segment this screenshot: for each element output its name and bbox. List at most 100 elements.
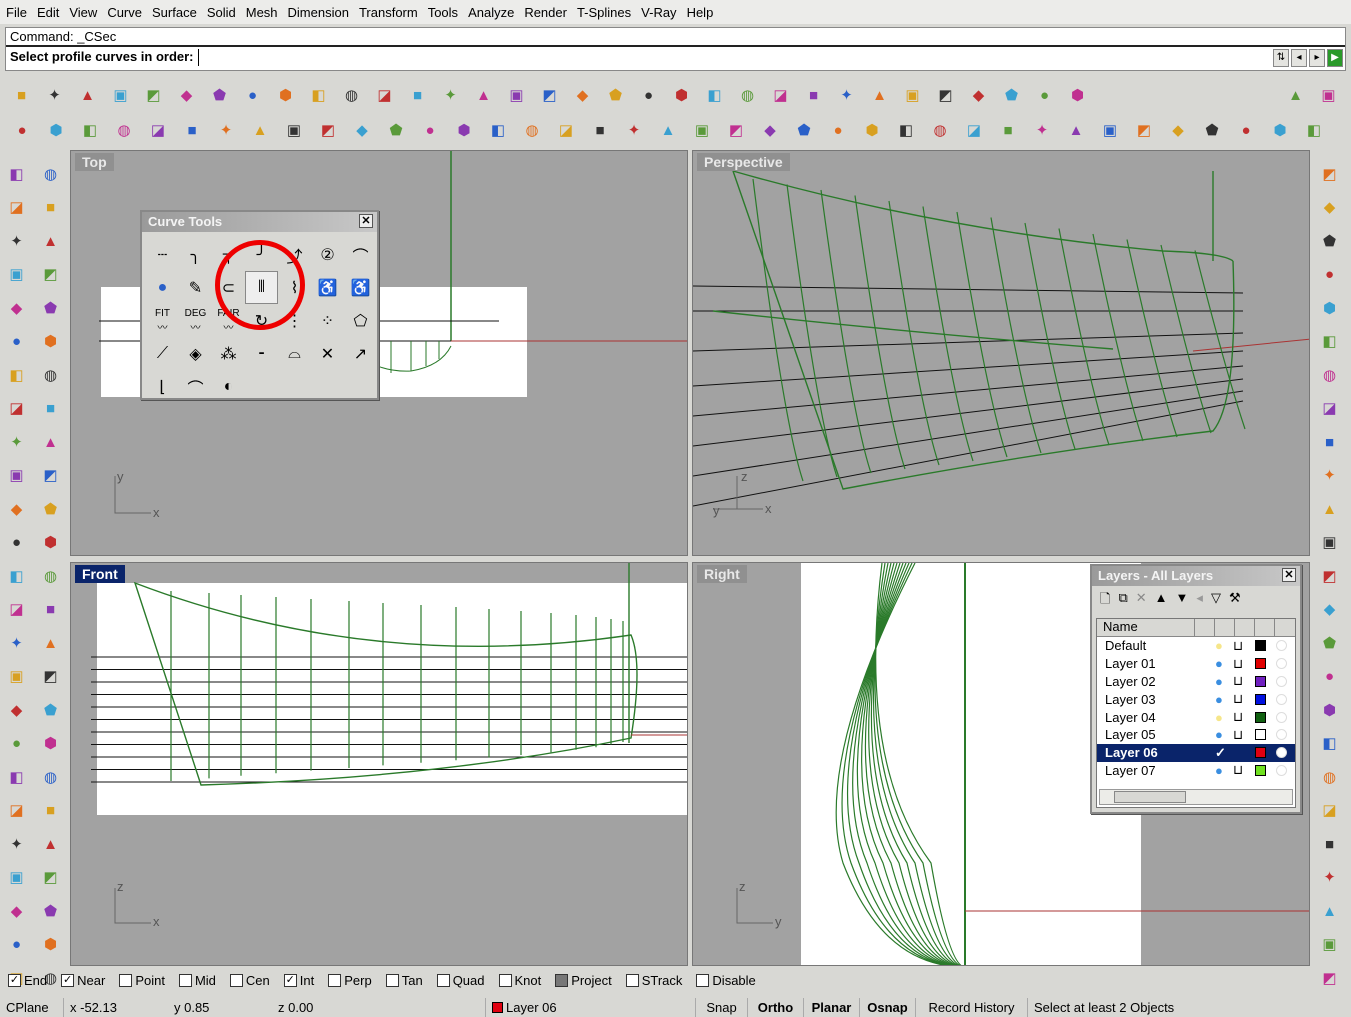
adjust-seam-icon[interactable]: ⟋	[146, 337, 179, 370]
layer-name[interactable]: Default	[1105, 638, 1215, 653]
worker-cart-icon[interactable]: ♿	[311, 271, 344, 304]
control-point-sphere-icon[interactable]: ●	[146, 271, 179, 304]
delete-icon[interactable]: ✕	[1136, 590, 1147, 612]
undo-view-icon[interactable]: ▣	[501, 80, 532, 111]
orient-icon[interactable]: ⬟	[34, 895, 67, 928]
unlock-icon[interactable]: ⊔	[1233, 691, 1251, 707]
polyline-icon[interactable]: ◪	[0, 192, 33, 225]
layer-color-swatch[interactable]	[1255, 764, 1266, 776]
point-icon[interactable]: ◍	[34, 158, 67, 191]
ortho-button[interactable]: Ortho	[748, 998, 804, 1017]
unlock-icon[interactable]: ⊔	[1233, 709, 1251, 725]
scale-icon[interactable]: ■	[34, 594, 67, 627]
material-icon[interactable]	[1276, 711, 1287, 723]
region-boolean-icon[interactable]: ◐	[212, 370, 245, 403]
eraser-icon[interactable]: ▣	[1094, 115, 1126, 147]
material-icon[interactable]	[1276, 640, 1287, 652]
new-layer-icon[interactable]: 🗋	[1100, 590, 1110, 612]
dimension-angle-icon[interactable]: ◆	[1313, 192, 1346, 225]
fit-curve-icon[interactable]: FIT 〰	[146, 304, 179, 337]
column-header-name[interactable]: Name	[1097, 619, 1195, 636]
material-icon[interactable]	[1276, 658, 1287, 670]
layer-row[interactable]: Layer 05 ● ⊔	[1097, 726, 1295, 744]
checkbox[interactable]: ✓	[8, 974, 21, 987]
four-viewports-icon[interactable]: ◩	[534, 80, 565, 111]
menu-dimension[interactable]: Dimension	[286, 5, 357, 20]
match-icon[interactable]: ✦	[1313, 460, 1346, 493]
extend-curve-icon[interactable]: ┄	[146, 238, 179, 271]
control-point-icon[interactable]: ◪	[1313, 393, 1346, 426]
axis-icon[interactable]: ◧	[1298, 115, 1330, 147]
layer-row[interactable]: Default ● ⊔	[1097, 637, 1295, 655]
viewport-perspective[interactable]: Perspective z y x	[692, 150, 1310, 556]
sphere-outline-icon[interactable]: ✦	[210, 115, 242, 147]
hatch-icon[interactable]: ▲	[34, 627, 67, 660]
filter-icon[interactable]: ▽	[1211, 590, 1221, 612]
arc-icon[interactable]: ◆	[0, 292, 33, 325]
render-sphere-icon[interactable]: ▣	[897, 80, 928, 111]
menu-transform[interactable]: Transform	[357, 5, 426, 20]
remove-points-icon[interactable]: ⁃	[245, 337, 278, 370]
menu-t-splines[interactable]: T-Splines	[575, 5, 639, 20]
unlock-icon[interactable]: ⊔	[1233, 727, 1251, 743]
arch-icon[interactable]: ✦	[618, 115, 650, 147]
material-icon[interactable]	[1276, 764, 1287, 776]
undo-icon[interactable]: ⬢	[270, 80, 301, 111]
checkbox[interactable]	[436, 974, 450, 987]
checkbox[interactable]: ✓	[61, 974, 75, 987]
menu-edit[interactable]: Edit	[35, 5, 67, 20]
symmetry-icon[interactable]: ◧	[1313, 326, 1346, 359]
circle-dots-icon[interactable]: ◩	[1313, 560, 1346, 593]
menu-render[interactable]: Render	[522, 5, 575, 20]
diamond-icon[interactable]: ■	[176, 115, 208, 147]
new-icon[interactable]: ■	[6, 80, 37, 111]
curve-degree-icon[interactable]: ②	[311, 238, 344, 271]
checkbox[interactable]	[229, 974, 243, 987]
explode-icon[interactable]: ▲	[34, 426, 67, 459]
sweep-icon[interactable]: ◪	[1313, 795, 1346, 828]
revolve-icon[interactable]: ◍	[1313, 761, 1346, 794]
polygon-icon[interactable]: ◪	[550, 115, 582, 147]
viewport-front[interactable]: Front z x	[70, 562, 688, 966]
array-grid-icon[interactable]: ⬟	[788, 115, 820, 147]
cube-icon[interactable]: ◍	[108, 115, 140, 147]
zoom-extents-icon[interactable]: ✦	[435, 80, 466, 111]
array-icon[interactable]: ◆	[754, 115, 786, 147]
polygon-curve-icon[interactable]: ▣	[0, 259, 33, 292]
viewport-title-perspective[interactable]: Perspective	[697, 153, 790, 171]
menu-view[interactable]: View	[67, 5, 105, 20]
osnap-quad[interactable]: Quad	[436, 973, 485, 988]
material-icon[interactable]	[1276, 693, 1287, 705]
tag3-icon[interactable]: ◧	[74, 115, 106, 147]
sphere-solid-icon[interactable]: ◍	[34, 359, 67, 392]
osnap-point[interactable]: Point	[119, 973, 165, 988]
layer-name[interactable]: Layer 07	[1105, 763, 1215, 778]
osnap-knot[interactable]: Knot	[498, 973, 541, 988]
axes-icon[interactable]: ●	[414, 115, 446, 147]
box-properties-icon[interactable]: ●	[1029, 80, 1060, 111]
grid-dots-icon[interactable]: ▣	[1313, 527, 1346, 560]
mirror-icon[interactable]: ▣	[0, 661, 33, 694]
bulb-icon[interactable]: ●	[1215, 710, 1233, 725]
star-arrow-icon[interactable]: ▲	[1060, 115, 1092, 147]
bulb-icon[interactable]: ●	[1215, 692, 1233, 707]
layer-color-swatch[interactable]	[1255, 640, 1266, 652]
unlock-icon[interactable]: ⊔	[1233, 762, 1251, 778]
checkbox[interactable]	[555, 974, 569, 987]
move-up-icon[interactable]: ▲	[1155, 590, 1168, 612]
tools-icon[interactable]: ⚒	[1229, 590, 1241, 612]
osnap-perp[interactable]: Perp	[328, 973, 372, 988]
checkbox[interactable]	[328, 974, 342, 987]
zoom-window-icon[interactable]: ■	[402, 80, 433, 111]
flag-icon[interactable]: ▣	[686, 115, 718, 147]
curve-tools-panel[interactable]: Curve Tools ✕ ┄ ╮ ┐ ╯ ⤴ ② ⌒ ● ✎ ⊂ ⦀ ⌇ ♿ ♿ FIT 〰 DEG 〰 FAIR 〰…	[140, 210, 379, 400]
osnap-strack[interactable]: STrack	[625, 973, 682, 988]
grid-plane-icon[interactable]: ⬟	[600, 80, 631, 111]
options-gear-icon[interactable]: ◆	[963, 80, 994, 111]
layers-title[interactable]: Layers - All Layers ✕	[1092, 566, 1300, 586]
menu-v-ray[interactable]: V-Ray	[639, 5, 684, 20]
offset-curve-icon[interactable]: ⤴	[278, 238, 311, 271]
viewport-title-top[interactable]: Top	[75, 153, 114, 171]
blend-curve-icon[interactable]: ╯	[245, 238, 278, 271]
grid-mesh-icon[interactable]: ◧	[0, 761, 33, 794]
